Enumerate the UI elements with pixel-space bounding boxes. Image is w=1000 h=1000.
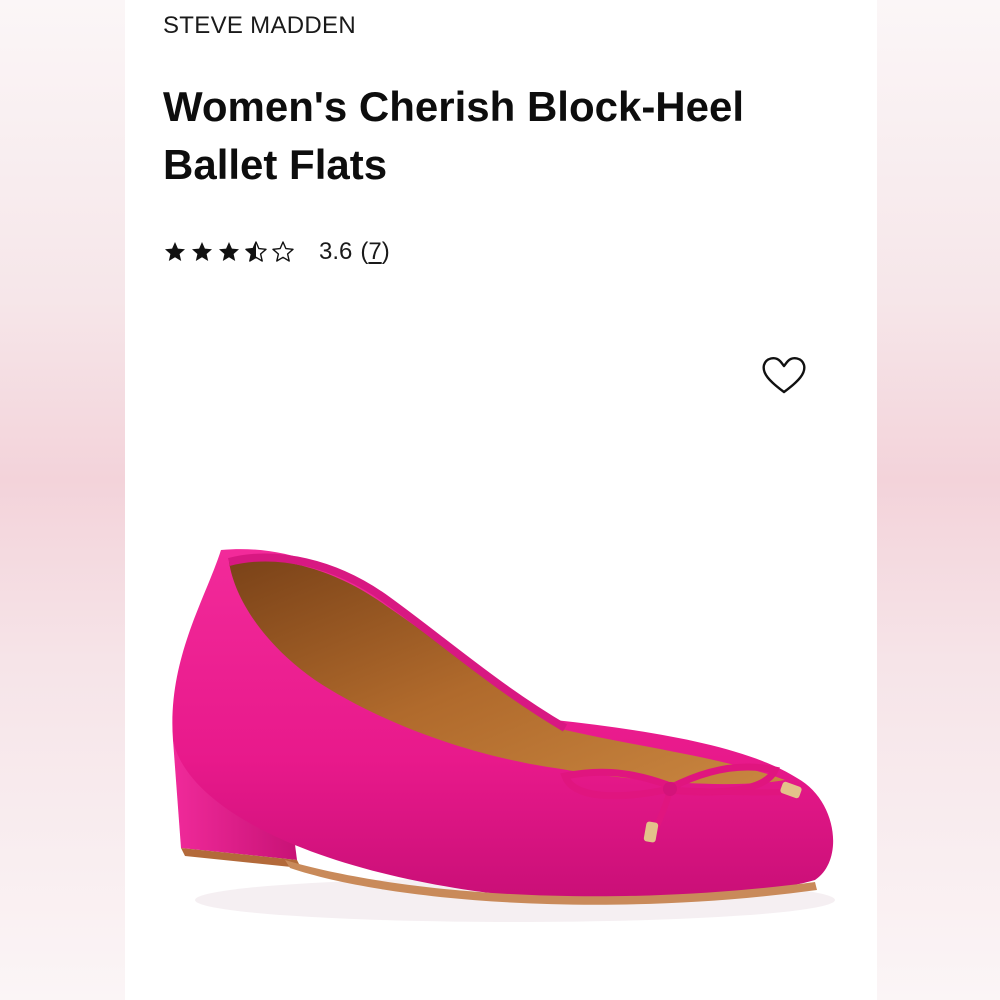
product-card: STEVE MADDEN Women's Cherish Block-Heel … [125, 0, 877, 1000]
star-empty-icon [271, 240, 295, 264]
star-full-icon [217, 240, 241, 264]
rating-close-paren: ) [381, 238, 390, 265]
rating-value: 3.6 [319, 238, 353, 265]
rating-text: 3.6 ( 7 ) [319, 238, 390, 266]
star-full-icon [190, 240, 214, 264]
review-count-link[interactable]: 7 [368, 238, 381, 266]
background-blur-left [0, 0, 125, 1000]
star-half-icon [244, 240, 268, 264]
product-title: Women's Cherish Block-Heel Ballet Flats [163, 83, 745, 188]
star-rating [163, 240, 295, 264]
star-full-icon [163, 240, 187, 264]
rating-summary[interactable]: 3.6 ( 7 ) [163, 232, 390, 272]
ballet-flat-image[interactable] [125, 300, 877, 1000]
background-blur-right [877, 0, 1000, 1000]
brand-name[interactable]: STEVE MADDEN [163, 12, 356, 40]
rating-open-paren: ( [360, 238, 369, 265]
